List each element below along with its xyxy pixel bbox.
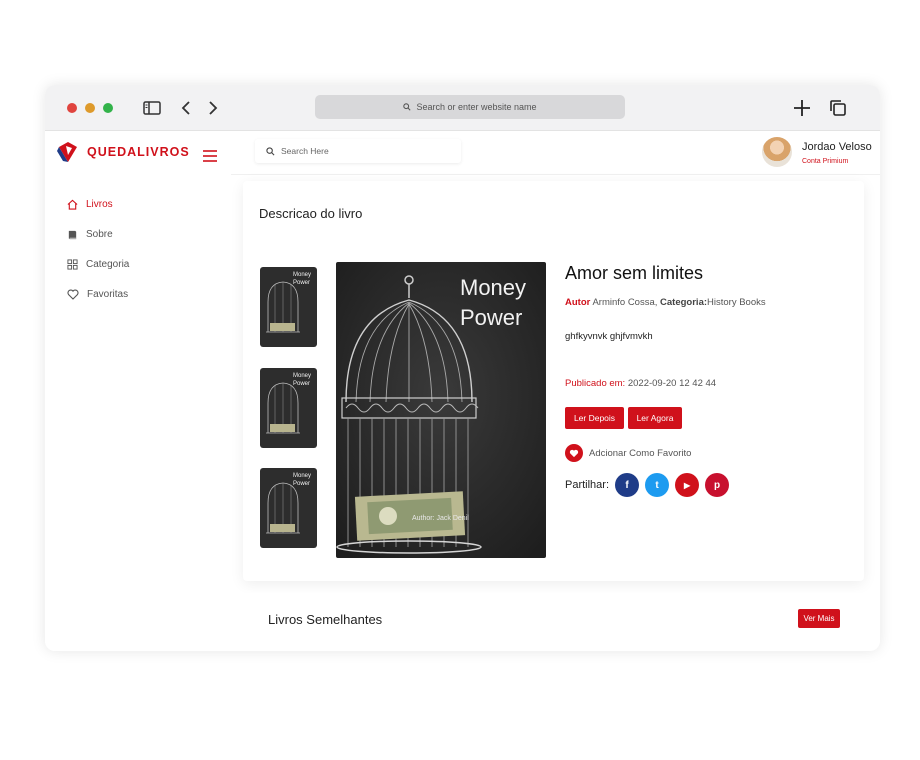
heart-icon (67, 289, 79, 300)
sidebar-item-favoritas[interactable]: Favoritas (67, 279, 129, 309)
address-bar[interactable]: Search or enter website name (315, 95, 625, 119)
section-title: Descricao do livro (259, 206, 363, 221)
share-label: Partilhar: (565, 479, 610, 491)
maximize-window-button[interactable] (103, 103, 113, 113)
published-date: Publicado em: 2022-09-20 12 42 44 (565, 378, 716, 389)
sidebar-item-livros[interactable]: Livros (67, 189, 129, 219)
book-thumbnail[interactable]: Money Power (260, 368, 317, 448)
book-meta: Autor Arminfo Cossa, Categoria:History B… (565, 297, 766, 308)
sidebar-item-label: Categoria (86, 258, 130, 270)
logo-icon (57, 142, 77, 162)
published-label: Publicado em: (565, 378, 626, 389)
user-name: Jordao Veloso (802, 141, 872, 153)
grid-icon (67, 258, 78, 270)
search-placeholder: Search Here (281, 146, 329, 156)
sidebar: QUEDALIVROS Livros Sobre Categoria Favor… (45, 131, 231, 651)
similar-books-title: Livros Semelhantes (268, 612, 383, 627)
add-favorite-button[interactable]: Adcionar Como Favorito (565, 444, 691, 462)
author-name: Arminfo Cossa, (592, 297, 658, 308)
top-bar: Search Here Jordao Veloso Conta Primium (231, 131, 880, 175)
book-title: Amor sem limites (565, 263, 704, 283)
sidebar-item-label: Livros (86, 198, 113, 210)
published-value: 2022-09-20 12 42 44 (627, 378, 717, 389)
share-row: Partilhar: f t ▶ p (565, 473, 730, 497)
sidebar-item-sobre[interactable]: Sobre (67, 219, 129, 249)
brand-logo[interactable]: QUEDALIVROS (57, 141, 190, 163)
category-label: Categoria: (660, 297, 708, 308)
forward-icon[interactable] (202, 97, 224, 119)
facebook-icon[interactable]: f (615, 473, 640, 497)
book-cover-image: Money Power Author: Jack Denil (336, 262, 546, 558)
read-now-button[interactable]: Ler Agora (628, 407, 682, 429)
youtube-icon[interactable]: ▶ (675, 473, 700, 497)
author-label: Autor (565, 297, 591, 308)
sidebar-item-categoria[interactable]: Categoria (67, 249, 129, 279)
read-later-button[interactable]: Ler Depois (565, 407, 624, 429)
avatar[interactable] (762, 137, 792, 167)
browser-window: Search or enter website name QUEDALIVROS… (45, 85, 880, 651)
address-placeholder: Search or enter website name (416, 102, 537, 112)
search-icon (403, 103, 412, 111)
home-icon (67, 199, 78, 210)
see-more-button[interactable]: Ver Mais (798, 609, 840, 628)
user-plan: Conta Primium (802, 158, 849, 165)
brand-name: QUEDALIVROS (87, 145, 190, 159)
back-icon[interactable] (175, 97, 197, 119)
search-icon (266, 146, 275, 155)
book-description: ghfkyvnvk ghjfvmvkh (565, 331, 653, 342)
svg-text:Power: Power (293, 481, 310, 487)
book-thumbnail[interactable]: Money Power (260, 267, 317, 347)
hamburger-menu-icon[interactable] (203, 149, 217, 167)
book-thumbnail[interactable]: Money Power (260, 468, 317, 548)
tabs-overview-icon[interactable] (827, 97, 849, 119)
heart-icon (565, 444, 583, 462)
close-window-button[interactable] (67, 103, 77, 113)
sidebar-toggle-icon[interactable] (141, 97, 163, 119)
minimize-window-button[interactable] (85, 103, 95, 113)
new-tab-icon[interactable] (791, 97, 813, 119)
sidebar-item-label: Sobre (86, 228, 113, 240)
similar-books-section: Livros Semelhantes Ver Mais (243, 593, 864, 651)
category-name: History Books (707, 297, 766, 308)
svg-text:Money: Money (293, 272, 311, 278)
search-input[interactable]: Search Here (255, 139, 461, 163)
browser-toolbar: Search or enter website name (45, 85, 880, 131)
cover-author: Author: Jack Denil (412, 515, 469, 522)
svg-text:Power: Power (293, 280, 310, 286)
add-favorite-label: Adcionar Como Favorito (589, 447, 692, 459)
svg-text:Power: Power (293, 381, 310, 387)
pinterest-icon[interactable]: p (705, 473, 730, 497)
sidebar-item-label: Favoritas (87, 288, 129, 300)
cover-title-line1: Money (460, 275, 526, 300)
twitter-icon[interactable]: t (645, 473, 670, 497)
book-detail-card: Descricao do livro Money Power Money Pow… (243, 181, 864, 581)
svg-text:Money: Money (293, 373, 311, 379)
book-icon (68, 230, 77, 239)
sidebar-nav: Livros Sobre Categoria Favoritas (67, 189, 129, 309)
cover-title-line2: Power (460, 305, 522, 330)
svg-text:Money: Money (293, 473, 311, 479)
